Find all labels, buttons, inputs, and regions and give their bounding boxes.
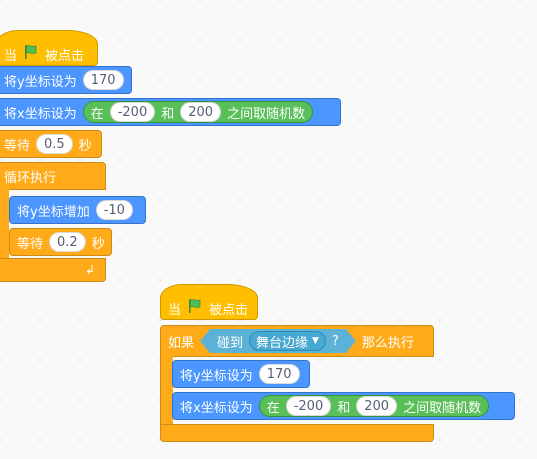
random-from-input[interactable]: -200 bbox=[285, 396, 332, 416]
y-value-input[interactable]: 170 bbox=[258, 364, 300, 384]
touching-target-dropdown[interactable]: 舞台边缘 ▼ bbox=[249, 331, 326, 351]
set-y-label: 将y坐标设为 bbox=[180, 368, 253, 384]
dropdown-arrow-icon: ▼ bbox=[312, 336, 319, 346]
set-x-label: 将x坐标设为 bbox=[180, 400, 253, 416]
if-footer bbox=[160, 424, 434, 442]
set-y-block-2[interactable]: 将y坐标设为 170 bbox=[172, 360, 310, 388]
clicked-label: 被点击 bbox=[209, 302, 249, 318]
touching-condition[interactable]: 碰到 舞台边缘 ▼ ? bbox=[200, 329, 356, 353]
set-x-block-2[interactable]: 将x坐标设为 在 -200 和 200 之间取随机数 bbox=[172, 392, 515, 420]
random-in-label: 在 bbox=[266, 400, 280, 416]
script-2: 当 被点击 如果 碰到 舞台边缘 ▼ ? 那么执行 将y坐标设为 170 将x坐… bbox=[0, 0, 537, 459]
green-flag-icon bbox=[187, 298, 203, 318]
if-block[interactable]: 如果 碰到 舞台边缘 ▼ ? 那么执行 bbox=[160, 325, 434, 357]
touching-label: 碰到 bbox=[217, 335, 244, 351]
question-mark: ? bbox=[331, 333, 339, 349]
random-and-label: 和 bbox=[337, 400, 351, 416]
when-flag-clicked-hat-2[interactable]: 当 被点击 bbox=[160, 284, 258, 320]
then-label: 那么执行 bbox=[361, 335, 414, 351]
random-suffix-label: 之间取随机数 bbox=[403, 400, 482, 416]
touching-target-value: 舞台边缘 bbox=[256, 335, 309, 351]
random-to-input[interactable]: 200 bbox=[356, 396, 398, 416]
pick-random-block[interactable]: 在 -200 和 200 之间取随机数 bbox=[258, 395, 490, 417]
when-label: 当 bbox=[168, 302, 182, 318]
if-label: 如果 bbox=[168, 335, 195, 351]
